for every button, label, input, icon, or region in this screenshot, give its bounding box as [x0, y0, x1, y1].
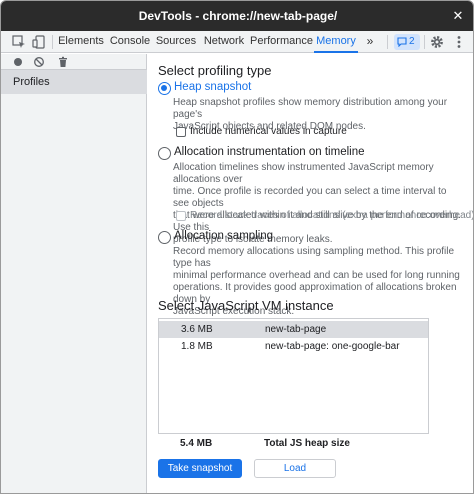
vm-instance-size: 3.6 MB	[181, 324, 213, 335]
vm-instance-name: new-tab-page	[265, 324, 327, 335]
stack-traces-checkbox	[176, 211, 186, 221]
more-options-icon[interactable]	[451, 34, 467, 50]
devtools-window: DevTools - chrome://new-tab-page/ ✕ Elem…	[0, 0, 474, 494]
issues-count: 2	[409, 36, 415, 47]
settings-gear-icon[interactable]	[429, 34, 445, 50]
load-button[interactable]: Load	[254, 459, 336, 478]
heap-snapshot-label: Heap snapshot	[174, 81, 252, 93]
tab-network[interactable]: Network	[202, 31, 246, 53]
total-heap-size: 5.4 MB	[180, 438, 213, 449]
heap-snapshot-radio[interactable]	[158, 82, 171, 95]
tab-sources[interactable]: Sources	[155, 31, 197, 53]
vm-instance-heading: Select JavaScript VM instance	[158, 298, 334, 313]
issues-badge[interactable]: 2	[394, 34, 420, 50]
stack-traces-label: Record stack traces of allocations (extr…	[190, 210, 474, 221]
allocation-timeline-option[interactable]: Allocation instrumentation on timeline	[158, 146, 378, 162]
device-toolbar-icon[interactable]	[31, 34, 47, 50]
tabbar-divider	[387, 35, 388, 49]
vm-instance-name: new-tab-page: one-google-bar	[265, 341, 400, 352]
description-line: Heap snapshot profiles show memory distr…	[173, 97, 448, 120]
numerical-values-checkbox[interactable]	[176, 127, 186, 137]
window-titlebar: DevTools - chrome://new-tab-page/ ✕	[1, 1, 473, 31]
tab-performance[interactable]: Performance	[250, 31, 313, 53]
inspect-element-icon[interactable]	[11, 34, 27, 50]
trash-icon[interactable]	[57, 56, 69, 68]
numerical-values-option[interactable]: Include numerical values in capture	[176, 126, 376, 140]
take-snapshot-button[interactable]: Take snapshot	[158, 459, 242, 478]
allocation-sampling-radio[interactable]	[158, 231, 171, 244]
window-title: DevTools - chrome://new-tab-page/	[138, 9, 338, 23]
issues-icon	[397, 37, 407, 47]
vm-instance-size: 1.8 MB	[181, 341, 213, 352]
description-line: Allocation timelines show instrumented J…	[173, 162, 434, 185]
allocation-timeline-radio[interactable]	[158, 147, 171, 160]
total-heap-label: Total JS heap size	[264, 438, 350, 449]
allocation-timeline-label: Allocation instrumentation on timeline	[174, 146, 365, 158]
stack-traces-option: Record stack traces of allocations (extr…	[176, 210, 473, 224]
sidebar-item-profiles[interactable]: Profiles	[1, 70, 147, 94]
vm-instance-row[interactable]: 3.6 MB new-tab-page	[159, 321, 428, 338]
description-line: time. Once profile is recorded you can s…	[173, 186, 447, 209]
total-heap-row: 5.4 MB Total JS heap size	[158, 438, 429, 452]
profiling-type-heading: Select profiling type	[158, 63, 272, 78]
sidebar-toolbar	[1, 54, 147, 70]
description-line: minimal performance overhead and can be …	[173, 270, 460, 281]
more-tabs-icon[interactable]: »	[363, 31, 377, 53]
clear-icon[interactable]	[33, 56, 45, 68]
allocation-sampling-label: Allocation sampling	[174, 230, 274, 242]
record-icon[interactable]	[12, 56, 24, 68]
tab-memory[interactable]: Memory	[314, 31, 358, 53]
profiles-sidebar: Profiles	[1, 54, 147, 493]
tab-console[interactable]: Console	[109, 31, 151, 53]
vm-instance-list: 3.6 MB new-tab-page 1.8 MB new-tab-page:…	[158, 318, 429, 434]
heap-snapshot-option[interactable]: Heap snapshot	[158, 81, 358, 97]
close-icon[interactable]: ✕	[449, 7, 467, 25]
memory-panel: Select profiling type Heap snapshot Heap…	[148, 54, 473, 493]
tabbar-divider	[52, 35, 53, 49]
numerical-values-label: Include numerical values in capture	[190, 126, 347, 137]
devtools-tabbar: Elements Console Sources Network Perform…	[1, 31, 473, 53]
description-line: Record memory allocations using sampling…	[173, 246, 455, 269]
allocation-sampling-option[interactable]: Allocation sampling	[158, 230, 318, 246]
tabbar-divider	[424, 35, 425, 49]
vm-instance-row[interactable]: 1.8 MB new-tab-page: one-google-bar	[159, 338, 428, 355]
tab-elements[interactable]: Elements	[57, 31, 105, 53]
